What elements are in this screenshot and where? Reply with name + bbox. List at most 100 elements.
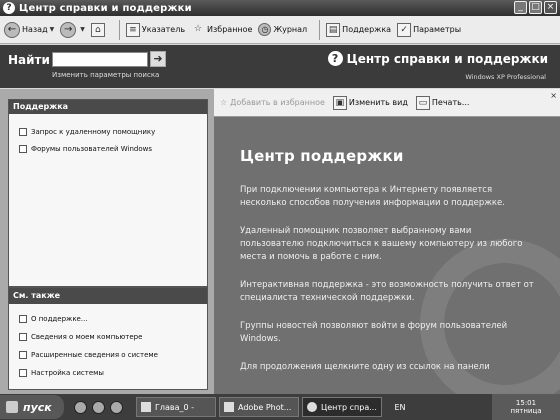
clock-icon: ◷ xyxy=(258,23,272,36)
start-label: пуск xyxy=(23,400,52,414)
list-item[interactable]: Форумы пользователей Windows xyxy=(9,140,207,157)
document-icon xyxy=(141,402,151,412)
close-button[interactable]: × xyxy=(544,1,557,14)
clock-day: пятница xyxy=(510,407,542,415)
system-tray: 15:01 пятница xyxy=(492,394,560,420)
start-button[interactable]: пуск xyxy=(0,395,64,419)
content-paragraph: Удаленный помощник позволяет выбранному … xyxy=(240,226,523,262)
list-item[interactable]: Настройка системы xyxy=(9,364,207,382)
see-also-title: См. также xyxy=(9,288,207,304)
task-label: Adobe Phot... xyxy=(238,402,292,412)
history-button[interactable]: ◷ Журнал xyxy=(258,23,307,36)
change-view-button[interactable]: ▣ Изменить вид xyxy=(332,95,408,110)
help-app-icon: ? xyxy=(3,2,15,14)
see-also-list: О поддержке... Сведения о моем компьютер… xyxy=(9,304,207,382)
minimize-button[interactable]: _ xyxy=(514,1,527,14)
support-item-label: Форумы пользователей Windows xyxy=(31,144,152,153)
clock-time[interactable]: 15:01 xyxy=(516,399,536,407)
quicklaunch-icon[interactable] xyxy=(74,400,87,414)
toolbar-divider xyxy=(118,19,120,40)
see-also-item-label: Настройка системы xyxy=(31,369,104,377)
content-body: Центр поддержки При подключении компьюте… xyxy=(240,147,536,389)
content-paragraph: Для продолжения щелкните одну из ссылок … xyxy=(240,362,490,372)
search-input[interactable] xyxy=(52,52,148,67)
home-button[interactable]: ⌂ xyxy=(90,22,107,37)
history-label: Журнал xyxy=(273,25,308,34)
support-list: Запрос к удаленному помощнику Форумы пол… xyxy=(9,114,207,157)
back-button[interactable]: ← Назад ▼ xyxy=(4,21,55,38)
forward-arrow-icon: → xyxy=(60,21,77,38)
content-toolbar: ☆ Добавить в избранное ▣ Изменить вид ▭ … xyxy=(214,89,560,117)
list-item[interactable]: Сведения о моем компьютере xyxy=(9,328,207,346)
help-center-logo: ? Центр справки и поддержки xyxy=(327,51,548,66)
print-button[interactable]: ▭ Печать... xyxy=(415,95,470,110)
list-item[interactable]: Запрос к удаленному помощнику xyxy=(9,123,207,140)
star-icon: ☆ xyxy=(194,23,203,34)
quicklaunch-icon[interactable] xyxy=(110,400,123,414)
bullet-icon xyxy=(19,144,27,153)
windows-edition: Windows XP Professional xyxy=(465,73,546,81)
taskbar-task[interactable]: Adobe Phot... xyxy=(219,397,299,417)
support-item-label: Запрос к удаленному помощнику xyxy=(31,127,156,136)
star-plus-icon: ☆ xyxy=(220,98,228,107)
task-label: Глава_0 - xyxy=(155,402,195,412)
index-button[interactable]: ≡ Указатель xyxy=(125,22,186,37)
main-toolbar: ← Назад ▼ → ▼ ⌂ ≡ Указатель ☆ Избранное … xyxy=(0,16,560,44)
bullet-icon xyxy=(19,333,27,341)
support-icon: ▤ xyxy=(326,22,341,37)
content-paragraph: Интерактивная поддержка - это возможност… xyxy=(240,280,534,303)
photoshop-icon xyxy=(224,402,234,412)
help-logo-title: Центр справки и поддержки xyxy=(346,51,548,66)
support-box-title: Поддержка xyxy=(9,100,207,114)
taskbar-task[interactable]: Глава_0 - xyxy=(136,397,216,417)
chevron-down-icon[interactable]: ▼ xyxy=(80,26,85,33)
book-icon: ≡ xyxy=(125,22,140,37)
options-icon: ✓ xyxy=(397,22,412,37)
quicklaunch-icon[interactable] xyxy=(92,400,105,414)
toolbar-divider xyxy=(319,19,321,40)
see-also-item-label: Расширенные сведения о системе xyxy=(31,351,158,359)
help-icon xyxy=(307,402,317,412)
change-view-label: Изменить вид xyxy=(348,98,408,107)
page-title: Центр поддержки xyxy=(240,147,404,165)
back-arrow-icon: ← xyxy=(4,21,20,38)
add-favorites-label: Добавить в избранное xyxy=(230,98,325,107)
bullet-icon xyxy=(19,127,27,136)
forward-button[interactable]: → ▼ xyxy=(60,21,85,38)
left-pane: Поддержка Запрос к удаленному помощнику … xyxy=(0,89,214,394)
list-item[interactable]: О поддержке... xyxy=(9,310,207,328)
content-paragraph: Группы новостей позволяют войти в форум … xyxy=(240,321,508,344)
favorites-button[interactable]: ☆ Избранное xyxy=(191,23,252,37)
favorites-label: Избранное xyxy=(207,25,253,34)
bullet-icon xyxy=(19,369,27,377)
language-indicator[interactable]: EN xyxy=(391,403,409,412)
support-button[interactable]: ▤ Поддержка xyxy=(326,22,392,37)
maximize-button[interactable]: □ xyxy=(529,1,542,14)
title-bar: ? Центр справки и поддержки _ □ × xyxy=(0,0,560,16)
content-paragraph: При подключении компьютера к Интернету п… xyxy=(240,185,505,208)
options-label: Параметры xyxy=(413,25,462,34)
options-button[interactable]: ✓ Параметры xyxy=(397,22,462,37)
pane-close-icon[interactable]: × xyxy=(550,91,557,100)
list-item[interactable]: Расширенные сведения о системе xyxy=(9,346,207,364)
taskbar-task[interactable]: Центр спра... xyxy=(302,397,382,417)
bullet-icon xyxy=(19,315,27,323)
window-title: Центр справки и поддержки xyxy=(19,2,192,14)
add-favorites-button[interactable]: ☆ Добавить в избранное xyxy=(220,98,325,107)
view-icon: ▣ xyxy=(332,95,347,110)
window-controls: _ □ × xyxy=(514,1,557,14)
search-header: Найти ➜ Изменить параметры поиска ? Цент… xyxy=(0,45,560,88)
chevron-down-icon[interactable]: ▼ xyxy=(50,26,55,33)
see-also-box: См. также О поддержке... Сведения о моем… xyxy=(8,287,208,390)
bullet-icon xyxy=(19,351,27,359)
support-label: Поддержка xyxy=(342,25,392,34)
task-label: Центр спра... xyxy=(321,402,377,412)
windows-flag-icon xyxy=(6,401,18,413)
support-box: Поддержка Запрос к удаленному помощнику … xyxy=(8,99,208,287)
search-label: Найти xyxy=(8,53,50,67)
index-label: Указатель xyxy=(141,25,186,34)
back-label: Назад xyxy=(22,25,48,34)
print-label: Печать... xyxy=(431,98,470,107)
search-go-button[interactable]: ➜ xyxy=(150,51,166,67)
search-options-link[interactable]: Изменить параметры поиска xyxy=(52,71,159,79)
